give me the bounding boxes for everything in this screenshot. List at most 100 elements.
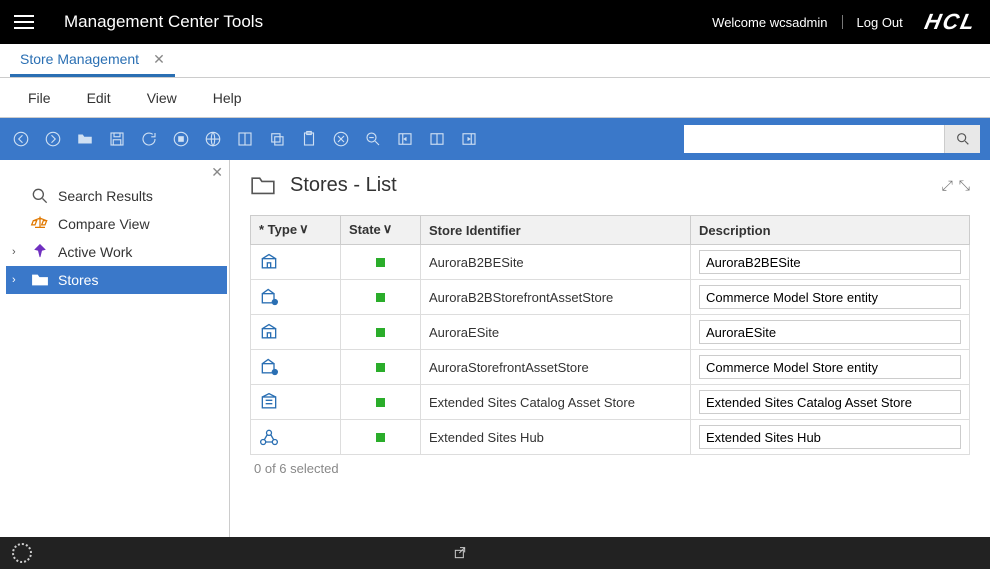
search-button[interactable] [944, 125, 980, 153]
type-cell [251, 420, 341, 455]
col-identifier[interactable]: Store Identifier [421, 216, 691, 245]
menu-view[interactable]: View [129, 90, 195, 106]
hamburger-menu-icon[interactable] [14, 15, 34, 29]
identifier-cell: AuroraESite [421, 315, 691, 350]
state-cell [341, 245, 421, 280]
identifier-cell: AuroraB2BStorefrontAssetStore [421, 280, 691, 315]
divider [842, 15, 843, 29]
delete-icon[interactable] [330, 128, 352, 150]
zoom-out-icon[interactable] [362, 128, 384, 150]
sidebar-item-label: Active Work [58, 244, 132, 260]
logout-link[interactable]: Log Out [857, 15, 903, 30]
description-cell [691, 350, 970, 385]
type-cell [251, 385, 341, 420]
pin-icon [30, 242, 50, 262]
table-footer: 0 of 6 selected [250, 455, 970, 482]
description-input[interactable] [699, 250, 961, 274]
main-content: Stores - List ⤢ ⤡ * Type∨ State∨ Store I… [230, 160, 990, 537]
identifier-cell: AuroraStorefrontAssetStore [421, 350, 691, 385]
menu-edit[interactable]: Edit [69, 90, 129, 106]
state-cell [341, 385, 421, 420]
top-app-bar: Management Center Tools Welcome wcsadmin… [0, 0, 990, 44]
expand-out-icon[interactable]: ⤢ [942, 177, 953, 194]
table-row[interactable]: AuroraB2BESite [251, 245, 970, 280]
expand-in-icon[interactable]: ⤡ [959, 177, 970, 194]
col-description[interactable]: Description [691, 216, 970, 245]
menu-help[interactable]: Help [195, 90, 260, 106]
menu-bar: File Edit View Help [0, 78, 990, 118]
description-cell [691, 315, 970, 350]
type-cell [251, 315, 341, 350]
copy-icon[interactable] [266, 128, 288, 150]
description-input[interactable] [699, 320, 961, 344]
menu-file[interactable]: File [10, 90, 69, 106]
scale-icon [30, 214, 50, 234]
chevron-right-icon: › [12, 274, 16, 286]
tab-strip: Store Management ✕ [0, 44, 990, 78]
state-active-icon [376, 433, 385, 442]
table-row[interactable]: AuroraB2BStorefrontAssetStore [251, 280, 970, 315]
save-icon[interactable] [106, 128, 128, 150]
close-icon[interactable]: ✕ [153, 51, 165, 68]
description-input[interactable] [699, 285, 961, 309]
description-cell [691, 280, 970, 315]
toolbar [0, 118, 990, 160]
description-cell [691, 385, 970, 420]
state-active-icon [376, 293, 385, 302]
open-folder-icon[interactable] [74, 128, 96, 150]
tab-store-management[interactable]: Store Management ✕ [10, 44, 175, 77]
description-input[interactable] [699, 390, 961, 414]
description-cell [691, 420, 970, 455]
stores-table: * Type∨ State∨ Store Identifier Descript… [250, 215, 970, 455]
popout-icon[interactable] [452, 545, 468, 561]
columns-icon[interactable] [234, 128, 256, 150]
back-icon[interactable] [10, 128, 32, 150]
main-header: Stores - List ⤢ ⤡ [250, 174, 970, 197]
tab-label: Store Management [20, 51, 139, 67]
search-input[interactable] [684, 125, 944, 153]
panel-left-icon[interactable] [394, 128, 416, 150]
forward-icon[interactable] [42, 128, 64, 150]
panel-right-icon[interactable] [458, 128, 480, 150]
globe-icon[interactable] [202, 128, 224, 150]
stop-icon[interactable] [170, 128, 192, 150]
col-type[interactable]: * Type∨ [251, 216, 341, 245]
identifier-cell: Extended Sites Hub [421, 420, 691, 455]
paste-icon[interactable] [298, 128, 320, 150]
type-cell [251, 280, 341, 315]
description-cell [691, 245, 970, 280]
description-input[interactable] [699, 355, 961, 379]
sidebar-item-label: Stores [58, 272, 98, 288]
sidebar: ✕ Search Results Compare View › Active W… [0, 160, 230, 537]
sidebar-item-label: Search Results [58, 188, 153, 204]
brand-logo: HCL [922, 9, 979, 35]
state-active-icon [376, 328, 385, 337]
refresh-icon[interactable] [138, 128, 160, 150]
sidebar-item-label: Compare View [58, 216, 150, 232]
description-input[interactable] [699, 425, 961, 449]
identifier-cell: Extended Sites Catalog Asset Store [421, 385, 691, 420]
expand-controls: ⤢ ⤡ [942, 177, 970, 194]
sidebar-item-compare-view[interactable]: Compare View [6, 210, 227, 238]
col-state[interactable]: State∨ [341, 216, 421, 245]
panel-center-icon[interactable] [426, 128, 448, 150]
chevron-right-icon: › [12, 246, 16, 258]
search-icon [30, 186, 50, 206]
table-row[interactable]: AuroraESite [251, 315, 970, 350]
identifier-cell: AuroraB2BESite [421, 245, 691, 280]
search-wrapper [684, 125, 980, 153]
sidebar-item-active-work[interactable]: › Active Work [6, 238, 227, 266]
sidebar-item-search-results[interactable]: Search Results [6, 182, 227, 210]
table-row[interactable]: Extended Sites Catalog Asset Store [251, 385, 970, 420]
state-cell [341, 420, 421, 455]
close-sidebar-icon[interactable]: ✕ [211, 164, 223, 181]
table-row[interactable]: AuroraStorefrontAssetStore [251, 350, 970, 385]
body-split: ✕ Search Results Compare View › Active W… [0, 160, 990, 537]
state-cell [341, 315, 421, 350]
type-cell [251, 350, 341, 385]
sidebar-item-stores[interactable]: › Stores [6, 266, 227, 294]
table-row[interactable]: Extended Sites Hub [251, 420, 970, 455]
state-active-icon [376, 398, 385, 407]
type-cell [251, 245, 341, 280]
folder-icon [30, 270, 50, 290]
